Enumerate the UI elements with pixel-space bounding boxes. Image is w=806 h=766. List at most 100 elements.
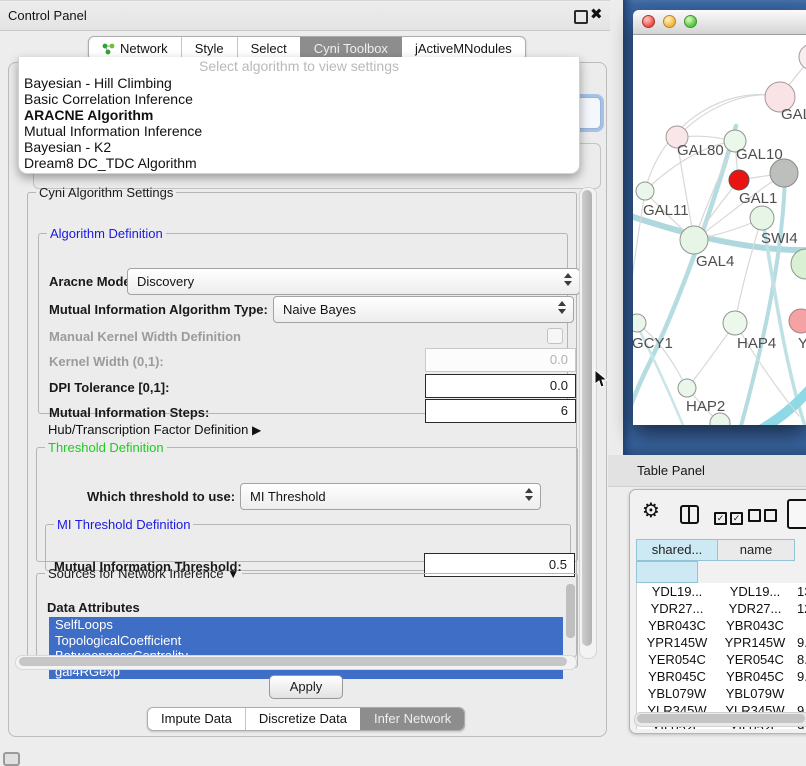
algorithm-option-bayesian-hill-climbing[interactable]: Bayesian - Hill Climbing bbox=[19, 75, 579, 91]
tab-infer-network[interactable]: Infer Network bbox=[360, 708, 464, 730]
table-cell[interactable]: 8. bbox=[793, 651, 806, 668]
network-edge[interactable] bbox=[688, 324, 735, 387]
node-red[interactable] bbox=[729, 170, 749, 190]
zoom-button[interactable] bbox=[684, 15, 697, 28]
network-graph[interactable]: GALGAL80GAL10GAL1GAL11SWI4GAL4GCY1HAP4YH… bbox=[633, 34, 806, 425]
network-edge[interactable] bbox=[677, 95, 779, 137]
node-right-green[interactable] bbox=[791, 249, 806, 279]
mi-algorithm-type-combobox[interactable]: Naive Bayes bbox=[273, 296, 574, 323]
table-scrollbar-thumb[interactable] bbox=[637, 714, 805, 723]
minimize-button[interactable] bbox=[663, 15, 676, 28]
node-hap2[interactable] bbox=[678, 379, 696, 397]
algorithm-option-aracne-algorithm[interactable]: ARACNE Algorithm bbox=[19, 107, 579, 123]
manual-kernel-width-checkbox[interactable] bbox=[547, 328, 563, 344]
columns-icon[interactable] bbox=[680, 505, 699, 524]
table-cell[interactable]: YBL079W bbox=[717, 685, 793, 702]
table-row[interactable]: YDL19...YDL19...13 bbox=[637, 583, 806, 600]
table-cell[interactable]: YBR045C bbox=[637, 668, 717, 685]
aracne-mode-combobox[interactable]: Discovery bbox=[127, 268, 580, 295]
table-cell[interactable]: YBL079W bbox=[637, 685, 717, 702]
close-icon[interactable]: ✖ bbox=[590, 5, 603, 23]
table-cell[interactable]: YBR043C bbox=[637, 617, 717, 634]
attribute-item-selfloops[interactable]: SelfLoops bbox=[49, 617, 563, 633]
node-gal4[interactable] bbox=[680, 226, 708, 254]
table-cell[interactable]: 13 bbox=[793, 583, 806, 600]
node-label-gal: GAL bbox=[781, 106, 806, 123]
tab-label: Discretize Data bbox=[259, 708, 347, 730]
expand-triangle-icon[interactable]: ▶ bbox=[252, 423, 261, 437]
document-icon[interactable] bbox=[787, 499, 806, 529]
table-cell[interactable]: YER054C bbox=[637, 651, 717, 668]
table-cell[interactable]: 9. bbox=[793, 668, 806, 685]
column-header-col-2[interactable] bbox=[636, 561, 698, 583]
table-cell[interactable]: 12 bbox=[793, 600, 806, 617]
network-edge[interactable] bbox=[633, 126, 736, 422]
settings-horizontal-scrollbar[interactable] bbox=[15, 655, 577, 670]
column-header-shared[interactable]: shared... bbox=[636, 539, 718, 561]
table-row[interactable]: YPR145WYPR145W9. bbox=[637, 634, 806, 651]
attribute-item-topologicalcoefficient[interactable]: TopologicalCoefficient bbox=[49, 633, 563, 649]
dpi-tolerance-field[interactable]: 0.0 bbox=[425, 374, 576, 398]
dpi-tolerance-label: DPI Tolerance [0,1]: bbox=[49, 380, 169, 395]
kernel-width-field[interactable]: 0.0 bbox=[425, 348, 576, 372]
vertical-scrollbar-thumb[interactable] bbox=[582, 190, 592, 646]
collapse-triangle-icon[interactable]: ▼ bbox=[227, 567, 239, 581]
gear-icon[interactable]: ⚙ bbox=[642, 498, 660, 523]
node-left-small[interactable] bbox=[636, 182, 654, 200]
node-swi4[interactable] bbox=[750, 206, 774, 230]
node-hap4[interactable] bbox=[723, 311, 747, 335]
stepper-arrows-icon bbox=[525, 488, 533, 501]
node-label-hap2: HAP2 bbox=[686, 398, 725, 415]
mi-threshold-definition-group: MI Threshold Definition Mutual Informati… bbox=[45, 517, 571, 571]
panel-title: Control Panel bbox=[8, 1, 87, 30]
table-row[interactable]: YBR043CYBR043C bbox=[637, 617, 806, 634]
algorithm-option-mutual-information-inference[interactable]: Mutual Information Inference bbox=[19, 123, 579, 139]
hub-transcription-factor-section[interactable]: Hub/Transcription Factor Definition ▶ bbox=[48, 422, 261, 437]
deselect-all-icon[interactable] bbox=[748, 509, 780, 525]
aracne-mode-value: Discovery bbox=[137, 274, 194, 289]
table-panel-title: Table Panel bbox=[637, 455, 705, 486]
node-gcy1[interactable] bbox=[633, 314, 646, 332]
close-button[interactable] bbox=[642, 15, 655, 28]
table-cell[interactable]: 9. bbox=[793, 634, 806, 651]
table-cell[interactable]: YPR145W bbox=[717, 634, 793, 651]
mouse-cursor-icon bbox=[594, 369, 608, 389]
table-cell[interactable] bbox=[793, 685, 806, 702]
table-cell[interactable]: YBR043C bbox=[717, 617, 793, 634]
which-threshold-value: MI Threshold bbox=[250, 489, 326, 504]
table-row[interactable]: YBL079WYBL079W bbox=[637, 685, 806, 702]
tab-discretize-data[interactable]: Discretize Data bbox=[245, 708, 360, 730]
table-cell[interactable]: YER054C bbox=[717, 651, 793, 668]
node-gray[interactable] bbox=[770, 159, 798, 187]
select-all-icon[interactable]: ✓✓ bbox=[714, 509, 746, 525]
table-cell[interactable]: YPR145W bbox=[637, 634, 717, 651]
settings-vertical-scrollbar[interactable] bbox=[579, 187, 597, 659]
network-window-titlebar[interactable] bbox=[633, 10, 806, 35]
horizontal-scrollbar-thumb[interactable] bbox=[19, 657, 567, 666]
table-row[interactable]: YDR27...YDR27...12 bbox=[637, 600, 806, 617]
node-top-partial[interactable] bbox=[799, 44, 806, 70]
mi-steps-label: Mutual Information Steps: bbox=[49, 405, 209, 420]
mi-steps-field[interactable]: 6 bbox=[425, 399, 576, 423]
network-edge[interactable] bbox=[735, 220, 761, 323]
attributes-list-scrollbar[interactable] bbox=[566, 584, 575, 638]
table-cell[interactable]: YBR045C bbox=[717, 668, 793, 685]
algorithm-option-dream8-dc-tdc-algorithm[interactable]: Dream8 DC_TDC Algorithm bbox=[19, 155, 579, 171]
table-cell[interactable]: YDR27... bbox=[717, 600, 793, 617]
table-row[interactable]: YER054CYER054C8. bbox=[637, 651, 806, 668]
table-cell[interactable]: YDL19... bbox=[717, 583, 793, 600]
column-header-name[interactable]: name bbox=[717, 539, 795, 561]
algorithm-option-bayesian-k2[interactable]: Bayesian - K2 bbox=[19, 139, 579, 155]
tab-impute-data[interactable]: Impute Data bbox=[148, 708, 245, 730]
table-horizontal-scrollbar[interactable] bbox=[634, 712, 806, 727]
which-threshold-combobox[interactable]: MI Threshold bbox=[240, 483, 541, 510]
node-pink-right[interactable] bbox=[789, 309, 806, 333]
stepper-arrows-icon bbox=[564, 273, 572, 286]
table-row[interactable]: YBR045CYBR045C9. bbox=[637, 668, 806, 685]
algorithm-option-basic-correlation-inference[interactable]: Basic Correlation Inference bbox=[19, 91, 579, 107]
apply-button[interactable]: Apply bbox=[269, 675, 343, 699]
float-panel-icon[interactable] bbox=[574, 10, 588, 24]
table-cell[interactable] bbox=[793, 617, 806, 634]
table-cell[interactable]: YDR27... bbox=[637, 600, 717, 617]
table-cell[interactable]: YDL19... bbox=[637, 583, 717, 600]
